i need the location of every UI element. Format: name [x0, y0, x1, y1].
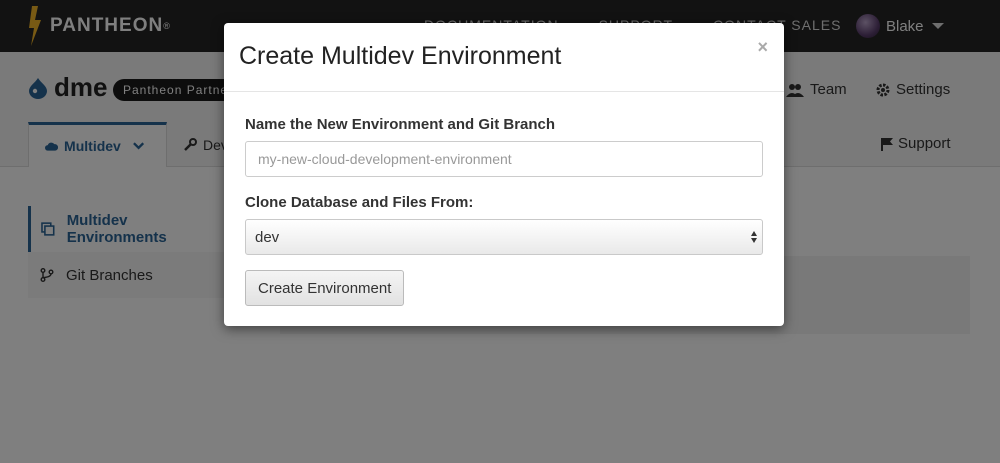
environment-name-input[interactable]: [245, 141, 763, 177]
clone-from-value: dev: [255, 229, 280, 246]
create-environment-button[interactable]: Create Environment: [245, 270, 405, 306]
environment-name-label: Name the New Environment and Git Branch: [245, 116, 556, 133]
modal-header: Create Multidev Environment ×: [224, 23, 784, 92]
clone-from-select[interactable]: dev: [245, 219, 763, 255]
close-icon[interactable]: ×: [757, 37, 768, 58]
clone-from-label: Clone Database and Files From:: [245, 194, 474, 211]
modal-title: Create Multidev Environment: [239, 42, 562, 70]
modal-body: Name the New Environment and Git Branch …: [224, 116, 784, 306]
select-arrows-icon: [751, 231, 757, 243]
create-multidev-modal: Create Multidev Environment × Name the N…: [224, 23, 784, 326]
